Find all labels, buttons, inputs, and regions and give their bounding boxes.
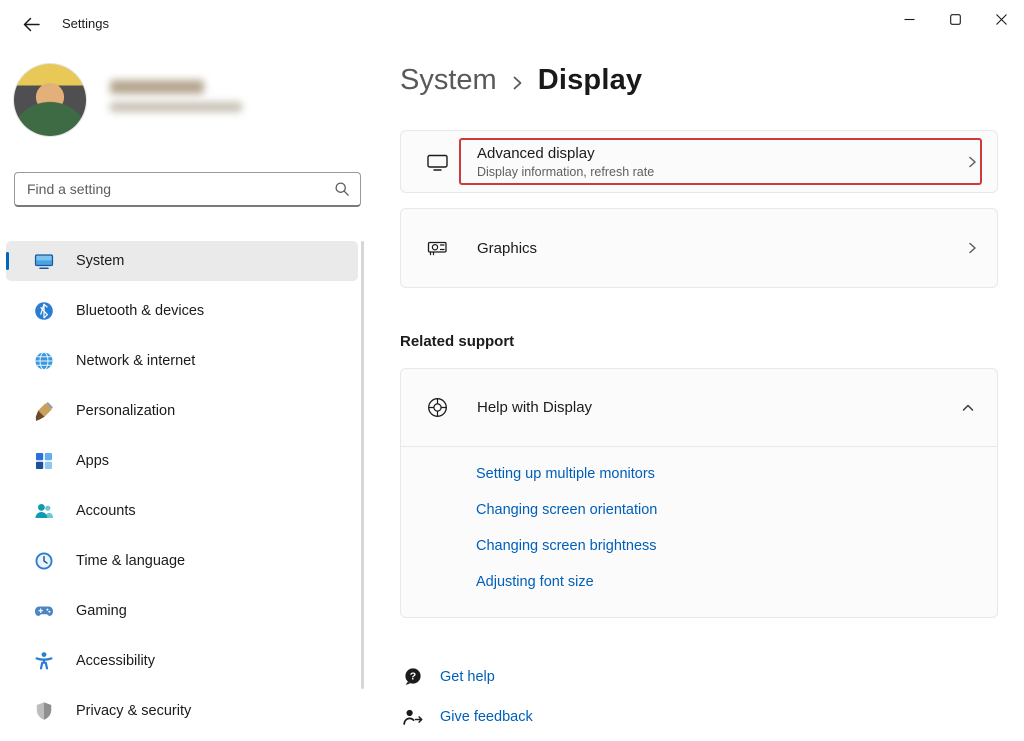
bluetooth-icon <box>34 301 54 321</box>
breadcrumb-chevron-icon <box>511 74 524 92</box>
maximize-icon <box>950 14 961 25</box>
sidebar-item-accounts[interactable]: Accounts <box>6 491 358 531</box>
advanced-display-card[interactable]: Advanced display Display information, re… <box>400 130 998 193</box>
advanced-display-monitor-icon <box>425 150 449 174</box>
settings-window: Settings <box>0 0 1024 740</box>
breadcrumb-system[interactable]: System <box>400 64 497 97</box>
user-email-blurred <box>110 102 242 112</box>
accessibility-person-icon <box>34 651 54 671</box>
minimize-button[interactable] <box>886 0 932 38</box>
help-link-multiple-monitors[interactable]: Setting up multiple monitors <box>476 463 655 485</box>
apps-grid-icon <box>34 451 54 471</box>
sidebar-nav: System Bluetooth & devices Network & int… <box>6 241 358 741</box>
back-arrow-icon <box>23 17 40 32</box>
feedback-icon <box>402 706 424 728</box>
help-link-screen-brightness[interactable]: Changing screen brightness <box>476 535 657 557</box>
help-lifebuoy-icon <box>425 396 449 420</box>
sidebar-item-network-internet[interactable]: Network & internet <box>6 341 358 381</box>
maximize-button[interactable] <box>932 0 978 38</box>
get-help-link[interactable]: ? Get help <box>402 666 495 688</box>
sidebar-item-label: Accounts <box>76 503 136 519</box>
page-title: Display <box>538 64 643 97</box>
graphics-gpu-icon <box>425 236 449 260</box>
window-title: Settings <box>62 16 109 31</box>
sidebar-item-accessibility[interactable]: Accessibility <box>6 641 358 681</box>
titlebar: Settings <box>0 0 1024 48</box>
sidebar-item-personalization[interactable]: Personalization <box>6 391 358 431</box>
close-icon <box>996 14 1007 25</box>
chevron-right-icon <box>966 241 979 255</box>
get-help-icon: ? <box>402 666 424 688</box>
sidebar-item-time-language[interactable]: Time & language <box>6 541 358 581</box>
sidebar-item-apps[interactable]: Apps <box>6 441 358 481</box>
sidebar-item-label: Personalization <box>76 403 175 419</box>
sidebar-item-label: Network & internet <box>76 353 195 369</box>
paintbrush-icon <box>34 401 54 421</box>
get-help-label: Get help <box>440 669 495 685</box>
accounts-people-icon <box>34 501 54 521</box>
sidebar-scrollbar[interactable] <box>361 241 364 689</box>
sidebar-item-label: Gaming <box>76 603 127 619</box>
chevron-up-icon <box>961 402 975 414</box>
system-icon <box>34 251 54 271</box>
user-name-blurred <box>110 80 204 94</box>
shield-icon <box>34 701 54 721</box>
advanced-display-subtitle: Display information, refresh rate <box>477 165 654 179</box>
breadcrumb: System Display <box>400 64 642 97</box>
gamepad-icon <box>34 601 54 621</box>
help-link-font-size[interactable]: Adjusting font size <box>476 571 594 593</box>
advanced-display-title: Advanced display <box>477 145 654 162</box>
sidebar-item-label: Accessibility <box>76 653 155 669</box>
svg-text:?: ? <box>410 670 416 682</box>
sidebar-item-label: Time & language <box>76 553 185 569</box>
search-icon <box>334 181 350 197</box>
help-card-title: Help with Display <box>477 399 592 416</box>
back-button[interactable] <box>12 9 50 39</box>
help-with-display-card: Help with Display Setting up multiple mo… <box>400 368 998 618</box>
related-support-heading: Related support <box>400 333 514 350</box>
graphics-title: Graphics <box>477 240 537 257</box>
sidebar-item-privacy-security[interactable]: Privacy & security <box>6 691 358 731</box>
clock-icon <box>34 551 54 571</box>
sidebar-item-bluetooth-devices[interactable]: Bluetooth & devices <box>6 291 358 331</box>
graphics-card[interactable]: Graphics <box>400 208 998 288</box>
help-links-list: Setting up multiple monitors Changing sc… <box>401 447 997 617</box>
window-controls <box>886 0 1024 38</box>
close-button[interactable] <box>978 0 1024 38</box>
give-feedback-link[interactable]: Give feedback <box>402 706 533 728</box>
help-link-screen-orientation[interactable]: Changing screen orientation <box>476 499 657 521</box>
help-card-header[interactable]: Help with Display <box>401 369 997 447</box>
user-avatar <box>14 64 86 136</box>
sidebar-item-label: System <box>76 253 124 269</box>
sidebar-item-label: Apps <box>76 453 109 469</box>
search-box <box>14 172 361 207</box>
globe-icon <box>34 351 54 371</box>
search-input[interactable] <box>27 181 334 197</box>
chevron-right-icon <box>966 155 979 169</box>
sidebar-item-label: Bluetooth & devices <box>76 303 204 319</box>
minimize-icon <box>904 14 915 25</box>
give-feedback-label: Give feedback <box>440 709 533 725</box>
sidebar-item-label: Privacy & security <box>76 703 191 719</box>
sidebar-item-gaming[interactable]: Gaming <box>6 591 358 631</box>
sidebar-item-system[interactable]: System <box>6 241 358 281</box>
